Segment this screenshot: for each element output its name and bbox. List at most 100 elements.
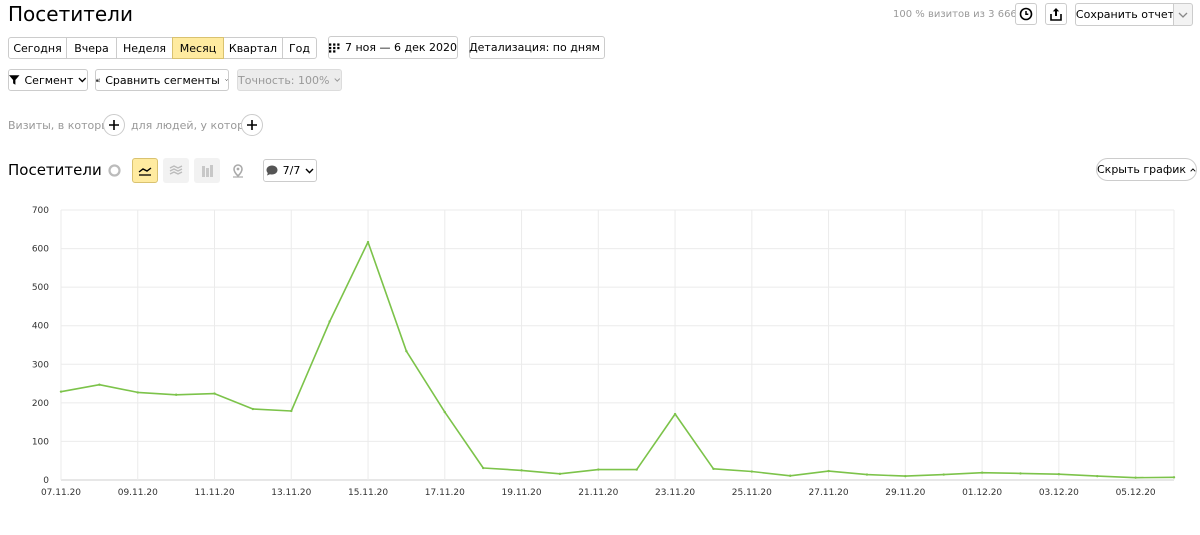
accuracy-dropdown[interactable]: Точность: 100% [237,69,342,91]
period-month-button[interactable]: Месяц [172,37,224,59]
data-point [328,320,331,323]
y-tick-label: 600 [32,245,49,255]
export-button[interactable] [1045,3,1067,25]
accuracy-label: Точность: 100% [238,73,330,87]
bar-chart-view-button[interactable] [194,158,220,183]
share-icon [1050,8,1062,21]
y-tick-label: 500 [32,283,49,293]
period-selector: Сегодня Вчера Неделя Месяц Квартал Год [8,37,317,59]
segment-label: Сегмент [24,73,74,87]
date-range-label: 7 ноя — 6 дек 2020 [344,41,457,54]
stacked-area-view-button[interactable] [163,158,189,183]
calendar-icon [329,42,340,53]
data-point [481,466,485,470]
x-tick-label: 03.12.20 [1039,488,1079,498]
x-tick-label: 21.11.20 [578,488,618,498]
y-tick-label: 700 [32,206,49,216]
add-visit-condition-button[interactable] [103,114,125,136]
data-point [673,412,677,416]
period-year-button[interactable]: Год [282,37,317,59]
detail-dropdown[interactable]: Детализация: по дням [469,36,605,59]
data-point [1019,472,1022,475]
date-range-button[interactable]: 7 ноя — 6 дек 2020 [328,36,458,59]
chevron-up-icon [1190,167,1196,172]
data-point [712,467,715,471]
visitors-line-chart: 0 100 200 300 400 500 600 700 07.11.20 09.11.20 11… [32,206,1176,498]
pie-chart-view-button[interactable] [101,158,127,183]
compare-segments-dropdown[interactable]: Сравнить сегменты [95,69,229,91]
period-today-button[interactable]: Сегодня [8,37,67,59]
comment-icon [266,165,278,176]
x-tick-label: 27.11.20 [809,488,849,498]
data-point [290,409,293,413]
data-point [827,469,830,473]
history-button[interactable] [1015,3,1037,25]
bar-chart-icon [201,164,213,177]
visits-accuracy-info: 100 % визитов из 3 666 [893,9,1017,20]
x-tick-label: 09.11.20 [118,488,158,498]
segment-dropdown[interactable]: Сегмент [8,69,88,91]
data-point [942,473,945,476]
data-point [443,410,446,414]
period-quarter-button[interactable]: Квартал [223,37,283,59]
line-chart-view-button[interactable] [132,158,158,183]
x-tick-label: 23.11.20 [655,488,695,498]
period-week-button[interactable]: Неделя [116,37,173,59]
map-pin-icon [233,163,243,178]
chevron-down-icon [1178,12,1188,18]
line-chart-icon [138,166,152,176]
save-report-button[interactable]: Сохранить отчет [1075,3,1174,26]
detail-label: Детализация: по дням [469,41,600,54]
x-tick-label: 11.11.20 [194,488,234,498]
data-point [635,468,638,471]
stacked-area-icon [169,165,183,175]
hide-chart-label: Скрыть график [1097,163,1187,176]
x-tick-label: 15.11.20 [348,488,388,498]
add-people-condition-button[interactable] [241,114,263,136]
data-point [366,240,370,244]
metrics-selector[interactable]: 7/7 [263,159,317,182]
data-point [865,473,869,476]
filter-icon [9,75,20,85]
series-line [60,241,1175,479]
y-tick-label: 100 [32,437,49,447]
period-yesterday-button[interactable]: Вчера [66,37,117,59]
chevron-down-icon [334,78,341,82]
clock-icon [1019,7,1033,21]
data-point [1172,476,1176,479]
save-report-menu-button[interactable] [1173,3,1193,26]
y-tick-label: 200 [32,399,49,409]
chart-title: Посетители [8,161,102,179]
data-point [789,474,792,477]
chevron-down-icon [224,79,228,81]
plus-icon [109,120,119,130]
y-tick-label: 0 [43,476,49,486]
page-title: Посетители [8,2,133,26]
compare-drops-icon [96,78,101,82]
chevron-down-icon [305,168,314,174]
x-tick-label: 19.11.20 [502,488,542,498]
map-view-button[interactable] [225,158,251,183]
y-tick-label: 300 [32,360,49,370]
data-point [251,407,255,411]
hide-chart-button[interactable]: Скрыть график [1096,158,1197,181]
plus-icon [247,120,257,130]
data-point [405,349,408,353]
x-tick-label: 13.11.20 [271,488,311,498]
data-point [59,390,63,393]
data-point [558,472,562,476]
x-tick-label: 05.12.20 [1116,488,1156,498]
data-point [750,470,754,473]
data-point [520,469,523,472]
metrics-count: 7/7 [282,164,301,177]
x-tick-label: 25.11.20 [732,488,772,498]
data-point [213,392,216,395]
data-point [1096,474,1099,478]
data-point [98,383,101,386]
visits-condition-label: Визиты, в которых [8,119,117,132]
data-point [597,468,600,471]
y-tick-label: 400 [32,322,49,332]
data-point [136,391,139,394]
x-tick-label: 17.11.20 [425,488,465,498]
data-point [174,393,178,396]
